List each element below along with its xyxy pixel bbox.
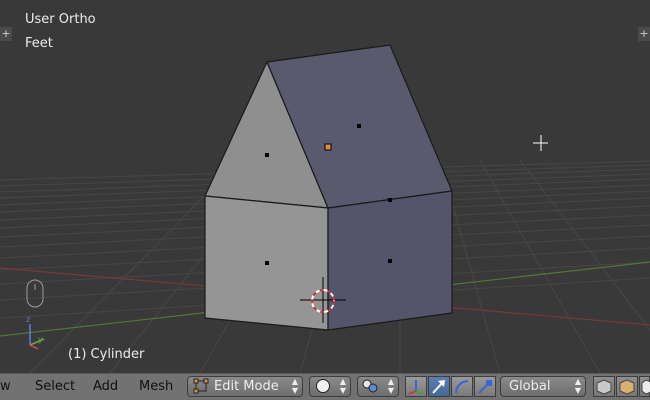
updown-arrow-icon: ▲ ▼: [339, 377, 346, 395]
cube-icon: [641, 379, 650, 395]
menu-add[interactable]: Add: [93, 379, 118, 394]
pivot-point-icon: [362, 379, 378, 393]
menu-view[interactable]: w: [0, 379, 11, 394]
solid-shading-icon: [316, 379, 330, 393]
updown-arrow-icon: ▲ ▼: [574, 377, 581, 395]
scale-handle-icon: [478, 380, 492, 394]
scale-manipulator-button[interactable]: [474, 376, 496, 397]
svg-text:z: z: [26, 315, 30, 324]
menu-select[interactable]: Select: [35, 379, 75, 394]
orientation-label: Global: [509, 379, 551, 394]
manipulator-icon: [408, 380, 424, 395]
active-object-label: (1) Cylinder: [68, 347, 145, 362]
viewport-header: w Select Add Mesh Edit Mode ▲▼ ▲▼ ▲▼: [0, 373, 650, 400]
view-name-label: User Ortho: [25, 12, 96, 27]
house-mesh[interactable]: [204, 44, 453, 331]
menu-mesh[interactable]: Mesh: [139, 379, 173, 394]
manipulator-toggle-button[interactable]: [405, 376, 427, 397]
mouse-crosshair-icon: [533, 135, 548, 151]
updown-arrow-icon: ▲ ▼: [291, 377, 298, 395]
edit-mode-icon: [193, 378, 209, 394]
plus-icon: +: [1, 27, 11, 40]
layer-button-1[interactable]: [593, 376, 615, 397]
cube-icon: [619, 379, 635, 395]
translate-manipulator-button[interactable]: [428, 376, 450, 397]
toolshelf-expand-button[interactable]: +: [0, 27, 12, 41]
updown-arrow-icon: ▲ ▼: [387, 377, 394, 395]
transform-orientation-dropdown[interactable]: Global ▲ ▼: [500, 376, 586, 397]
rotate-arc-icon: [455, 380, 469, 394]
3d-scene: z y: [0, 44, 650, 373]
3d-viewport[interactable]: z y User Ortho Feet (1) Cylinder + +: [0, 0, 650, 373]
svg-text:y: y: [38, 335, 43, 344]
mode-label: Edit Mode: [214, 379, 279, 394]
translate-arrow-icon: [432, 380, 445, 394]
layer-button-2[interactable]: [616, 376, 638, 397]
viewport-shading-dropdown[interactable]: ▲ ▼: [309, 376, 351, 397]
layer-button-3[interactable]: [639, 376, 650, 397]
rotate-manipulator-button[interactable]: [451, 376, 473, 397]
mouse-indicator-icon: [26, 279, 44, 308]
mode-dropdown[interactable]: Edit Mode ▲ ▼: [187, 376, 303, 397]
active-vertex[interactable]: [324, 143, 332, 151]
plus-icon: +: [639, 27, 649, 40]
cube-icon: [596, 379, 612, 395]
properties-expand-button[interactable]: +: [638, 27, 650, 41]
units-label: Feet: [25, 36, 53, 51]
pivot-point-dropdown[interactable]: ▲ ▼: [357, 376, 399, 397]
